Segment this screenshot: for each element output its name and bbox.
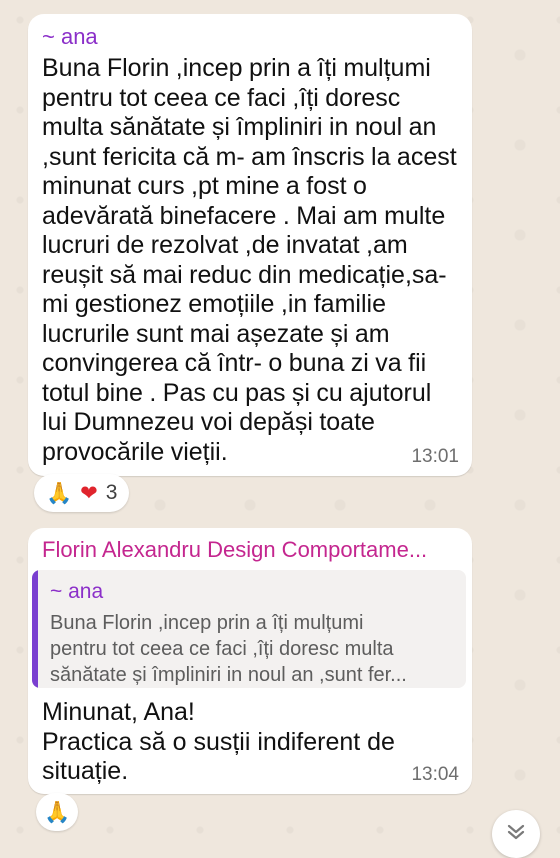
quoted-text-line: pentru tot ceea ce faci ,îți doresc mult…: [50, 638, 394, 660]
quote-accent-bar: [32, 570, 38, 688]
message-bubble[interactable]: ~ ana Buna Florin ,incep prin a îți mulț…: [28, 14, 472, 476]
reactions-pill[interactable]: 🙏 ❤ 3: [34, 474, 130, 512]
message-text: Buna Florin ,incep prin a îți mulțumi pe…: [42, 54, 457, 466]
sender-name[interactable]: ~ ana: [42, 24, 98, 50]
praying-hands-icon: 🙏: [44, 799, 71, 824]
quoted-text-line: Buna Florin ,incep prin a îți mulțumi: [50, 612, 364, 634]
message-bubble[interactable]: Florin Alexandru Design Comportame... ~ …: [28, 528, 472, 794]
chevron-double-down-icon: [507, 824, 525, 840]
praying-hands-icon: 🙏: [46, 480, 73, 505]
message-text: Minunat, Ana! Practica să o susții indif…: [42, 698, 395, 785]
reaction-count: 3: [105, 481, 118, 504]
sender-name[interactable]: Florin Alexandru Design Comportame...: [42, 537, 427, 563]
quoted-message[interactable]: ~ ana Buna Florin ,incep prin a îți mulț…: [32, 570, 466, 688]
quoted-text-line: sănătate și împliniri in noul an ,sunt f…: [50, 664, 407, 686]
message-timestamp: 13:04: [411, 764, 459, 785]
scroll-to-bottom-button[interactable]: [492, 810, 540, 858]
message-timestamp: 13:01: [411, 446, 459, 467]
reactions-pill[interactable]: 🙏: [36, 793, 79, 831]
quoted-text: Buna Florin ,incep prin a îți mulțumi pe…: [50, 610, 458, 688]
quoted-sender-name: ~ ana: [50, 580, 104, 603]
heart-icon: ❤: [80, 480, 98, 505]
